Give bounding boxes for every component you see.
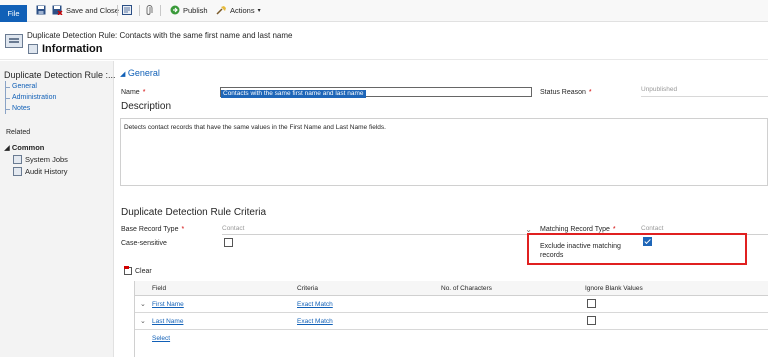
matching-record-type-label-text: Matching Record Type bbox=[540, 226, 610, 233]
chevron-down-icon[interactable]: ⌄ bbox=[140, 300, 146, 308]
clear-icon bbox=[124, 266, 132, 275]
description-textarea[interactable]: Detects contact records that have the sa… bbox=[120, 118, 768, 186]
audit-history-icon bbox=[13, 167, 22, 176]
highlight-box bbox=[527, 233, 747, 265]
base-record-type-value: Contact bbox=[222, 225, 245, 232]
column-header-ignore-blank-values[interactable]: Ignore Blank Values bbox=[585, 285, 643, 292]
collapse-triangle-icon: ◢ bbox=[4, 143, 10, 152]
name-label: Name * bbox=[121, 89, 145, 96]
publish-icon bbox=[170, 5, 180, 15]
matching-record-type-value: Contact bbox=[641, 225, 664, 232]
save-and-close-label: Save and Close bbox=[66, 5, 119, 15]
required-marker: * bbox=[181, 226, 185, 233]
row-criteria-link[interactable]: Exact Match bbox=[297, 318, 333, 325]
nav-common-group[interactable]: ◢ Common bbox=[4, 143, 44, 152]
form-icon bbox=[28, 44, 38, 54]
section-general-label: General bbox=[127, 68, 160, 78]
case-sensitive-checkbox[interactable] bbox=[224, 238, 233, 247]
base-record-type-label: Base Record Type * bbox=[121, 226, 184, 233]
ribbon-divider bbox=[117, 5, 118, 16]
nav-entity-title: Duplicate Detection Rule :... bbox=[4, 70, 116, 80]
system-jobs-icon bbox=[13, 155, 22, 164]
base-record-type-select[interactable]: Contact ⌄ bbox=[222, 225, 533, 235]
section-general-header[interactable]: ◢ General bbox=[120, 68, 160, 78]
row-criteria-link[interactable]: Exact Match bbox=[297, 301, 333, 308]
ribbon-divider bbox=[160, 5, 161, 16]
description-text: Detects contact records that have the sa… bbox=[124, 124, 386, 131]
required-marker: * bbox=[588, 89, 592, 96]
file-tab[interactable]: File bbox=[0, 5, 27, 22]
case-sensitive-label: Case-sensitive bbox=[121, 240, 167, 247]
left-navigation: Duplicate Detection Rule :... General Ad… bbox=[0, 61, 116, 357]
nav-common-label: Common bbox=[11, 143, 45, 152]
command-ribbon: File Save and Close Publish Actions ▾ bbox=[0, 0, 768, 22]
chevron-down-icon[interactable]: ⌄ bbox=[140, 317, 146, 325]
nav-item-label: System Jobs bbox=[25, 155, 68, 164]
clear-button[interactable]: Clear bbox=[124, 266, 152, 275]
actions-icon bbox=[216, 6, 226, 15]
select-field-link[interactable]: Select bbox=[152, 335, 170, 342]
form-icon bbox=[122, 5, 132, 15]
actions-label: Actions bbox=[230, 5, 255, 15]
column-header-no-of-characters[interactable]: No. of Characters bbox=[441, 285, 492, 292]
row-field-link[interactable]: Last Name bbox=[152, 318, 183, 325]
name-label-text: Name bbox=[121, 89, 140, 96]
assign-button[interactable] bbox=[122, 3, 132, 17]
status-reason-value: Unpublished bbox=[641, 86, 678, 93]
description-heading: Description bbox=[121, 101, 172, 112]
nav-item-notes[interactable]: Notes bbox=[6, 103, 75, 114]
table-row: Select bbox=[135, 330, 768, 347]
matching-record-type-label: Matching Record Type * bbox=[540, 226, 616, 233]
save-icon bbox=[36, 5, 46, 15]
nav-related-heading: Related bbox=[6, 129, 31, 136]
collapse-triangle-icon: ◢ bbox=[120, 71, 126, 78]
criteria-grid: Field Criteria No. of Characters Ignore … bbox=[134, 281, 768, 357]
form-name: Information bbox=[42, 43, 103, 55]
paperclip-icon bbox=[146, 4, 153, 15]
nav-item-label: Audit History bbox=[25, 167, 68, 176]
save-and-close-button[interactable]: Save and Close bbox=[52, 3, 119, 17]
ribbon-divider bbox=[139, 5, 140, 16]
record-title: Duplicate Detection Rule: Contacts with … bbox=[27, 31, 293, 40]
ignore-blank-checkbox[interactable] bbox=[587, 299, 596, 308]
required-marker: * bbox=[142, 89, 146, 96]
table-row: ⌄ First Name Exact Match bbox=[135, 296, 768, 313]
duplicate-rule-entity-icon bbox=[5, 34, 23, 48]
save-button[interactable] bbox=[36, 3, 46, 17]
status-reason-label-text: Status Reason bbox=[540, 89, 586, 96]
nav-item-audit-history[interactable]: Audit History bbox=[13, 167, 68, 176]
required-marker: * bbox=[612, 226, 616, 233]
clear-label: Clear bbox=[135, 267, 152, 275]
nav-item-system-jobs[interactable]: System Jobs bbox=[13, 155, 68, 164]
nav-item-administration[interactable]: Administration bbox=[6, 92, 75, 103]
row-field-link[interactable]: First Name bbox=[152, 301, 184, 308]
attach-button[interactable] bbox=[145, 3, 153, 17]
publish-button[interactable]: Publish bbox=[170, 3, 208, 17]
base-record-type-label-text: Base Record Type bbox=[121, 226, 179, 233]
ignore-blank-checkbox[interactable] bbox=[587, 316, 596, 325]
record-header: Duplicate Detection Rule: Contacts with … bbox=[0, 22, 768, 60]
name-field[interactable]: Contacts with the same first name and la… bbox=[220, 87, 532, 98]
chevron-down-icon: ▾ bbox=[257, 7, 261, 14]
form-selector[interactable]: Information bbox=[28, 43, 103, 55]
nav-item-general[interactable]: General bbox=[6, 81, 75, 92]
save-close-icon bbox=[52, 5, 63, 15]
status-reason-field[interactable]: Unpublished bbox=[641, 86, 768, 97]
status-reason-label: Status Reason * bbox=[540, 89, 592, 96]
table-row: ⌄ Last Name Exact Match bbox=[135, 313, 768, 330]
column-header-field[interactable]: Field bbox=[152, 285, 166, 292]
publish-label: Publish bbox=[183, 5, 208, 15]
name-field-value: Contacts with the same first name and la… bbox=[221, 90, 366, 98]
criteria-heading: Duplicate Detection Rule Criteria bbox=[121, 207, 267, 218]
column-header-criteria[interactable]: Criteria bbox=[297, 285, 318, 292]
grid-header: Field Criteria No. of Characters Ignore … bbox=[135, 281, 768, 296]
nav-tree: General Administration Notes bbox=[5, 81, 75, 114]
actions-menu[interactable]: Actions ▾ bbox=[216, 3, 261, 17]
